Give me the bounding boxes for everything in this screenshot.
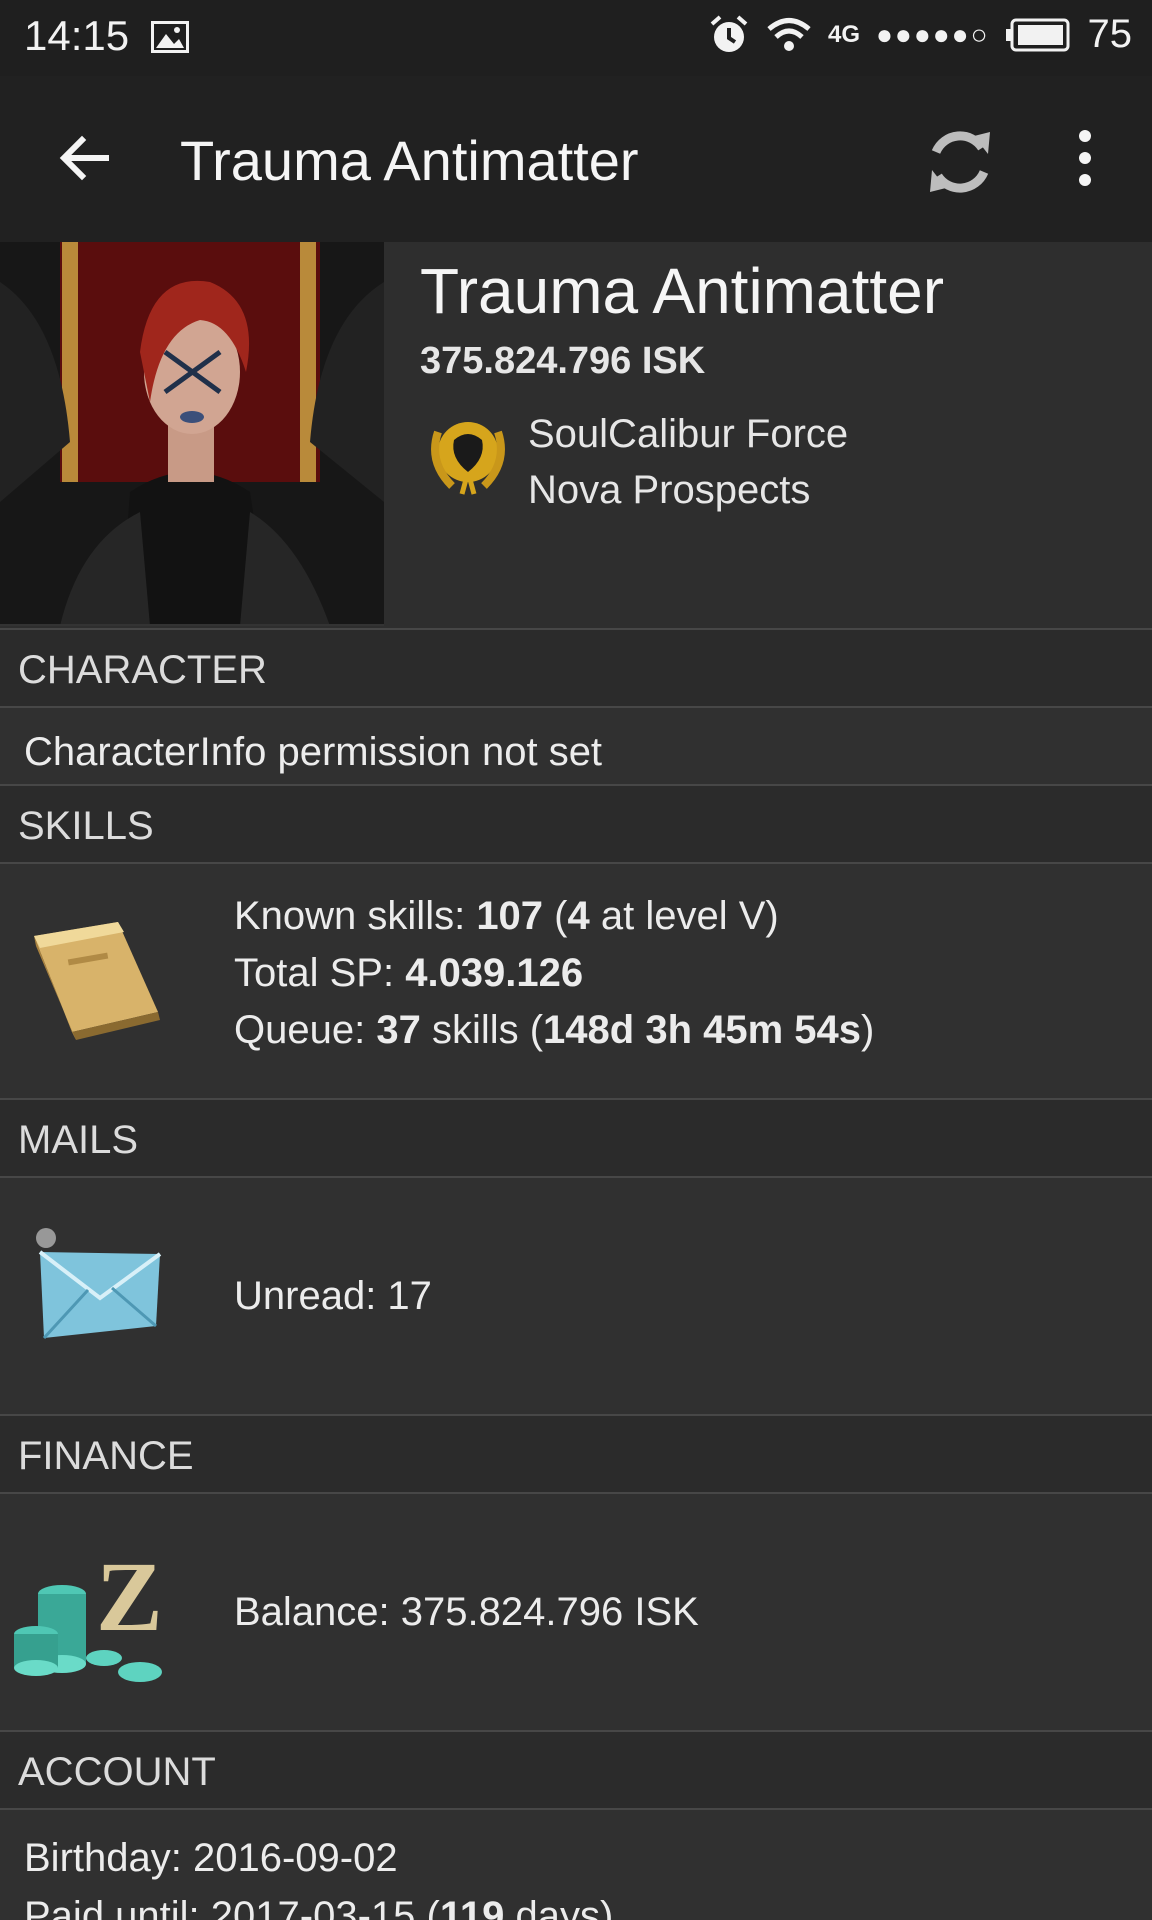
section-header-character: CHARACTER bbox=[0, 628, 1152, 708]
app-toolbar: Trauma Antimatter bbox=[0, 76, 1152, 242]
finance-balance: Balance: 375.824.796 ISK bbox=[234, 1590, 699, 1634]
more-vert-icon[interactable] bbox=[1060, 126, 1110, 190]
skillbook-icon bbox=[34, 922, 160, 1040]
account-row[interactable]: Birthday: 2016-09-02 Paid until: 2017-03… bbox=[0, 1810, 1152, 1920]
skills-row[interactable]: Known skills: 107 (4 at level V) Total S… bbox=[0, 864, 1152, 1098]
refresh-icon[interactable] bbox=[920, 122, 1000, 202]
character-info-row[interactable]: CharacterInfo permission not set bbox=[0, 708, 1152, 784]
wallet-balance: 375.824.796 ISK bbox=[420, 340, 706, 382]
clock: 14:15 bbox=[24, 12, 130, 59]
account-birthday: Birthday: 2016-09-02 bbox=[24, 1836, 398, 1880]
battery-icon bbox=[1005, 18, 1069, 51]
section-header-finance: FINANCE bbox=[0, 1414, 1152, 1494]
total-sp-line: Total SP: 4.039.126 bbox=[234, 951, 584, 995]
alliance-name: Nova Prospects bbox=[528, 468, 811, 512]
finance-row[interactable]: Z Balance: 375.824.796 ISK bbox=[0, 1494, 1152, 1730]
mail-envelope-icon bbox=[36, 1228, 162, 1340]
character-info-text: CharacterInfo permission not set bbox=[24, 730, 603, 774]
known-skills-line: Known skills: 107 (4 at level V) bbox=[234, 894, 779, 938]
signal-strength: ●●●●●○ bbox=[876, 18, 990, 50]
section-header-account: ACCOUNT bbox=[0, 1730, 1152, 1810]
skill-queue-line: Queue: 37 skills (148d 3h 45m 54s) bbox=[234, 1008, 875, 1052]
section-title: FINANCE bbox=[18, 1434, 194, 1478]
network-type: 4G bbox=[828, 20, 861, 48]
section-title: CHARACTER bbox=[18, 648, 267, 692]
character-name: Trauma Antimatter bbox=[420, 255, 945, 327]
corporation-name: SoulCalibur Force bbox=[528, 412, 849, 456]
mails-row[interactable]: Unread: 17 bbox=[0, 1178, 1152, 1414]
alarm-icon bbox=[710, 14, 748, 52]
account-paid-until: Paid until: 2017-03-15 (119 days) bbox=[24, 1894, 614, 1920]
wifi-icon bbox=[767, 17, 811, 51]
section-header-mails: MAILS bbox=[0, 1098, 1152, 1178]
character-portrait bbox=[0, 242, 384, 626]
corporation-logo-icon bbox=[431, 422, 505, 495]
back-arrow-icon[interactable] bbox=[52, 126, 116, 190]
section-title: ACCOUNT bbox=[18, 1750, 216, 1794]
isk-coins-icon: Z bbox=[14, 1541, 163, 1682]
svg-text:Z: Z bbox=[96, 1541, 163, 1652]
battery-level: 75 bbox=[1087, 12, 1133, 56]
status-bar: 14:15 4G ●●●●●○ 75 bbox=[0, 0, 1152, 76]
character-header: Trauma Antimatter 375.824.796 ISK SoulCa… bbox=[0, 242, 1152, 628]
image-icon bbox=[151, 21, 189, 53]
toolbar-title: Trauma Antimatter bbox=[180, 129, 639, 192]
unread-mails: Unread: 17 bbox=[234, 1274, 432, 1318]
section-title: MAILS bbox=[18, 1118, 139, 1162]
section-header-skills: SKILLS bbox=[0, 784, 1152, 864]
section-title: SKILLS bbox=[18, 804, 154, 848]
